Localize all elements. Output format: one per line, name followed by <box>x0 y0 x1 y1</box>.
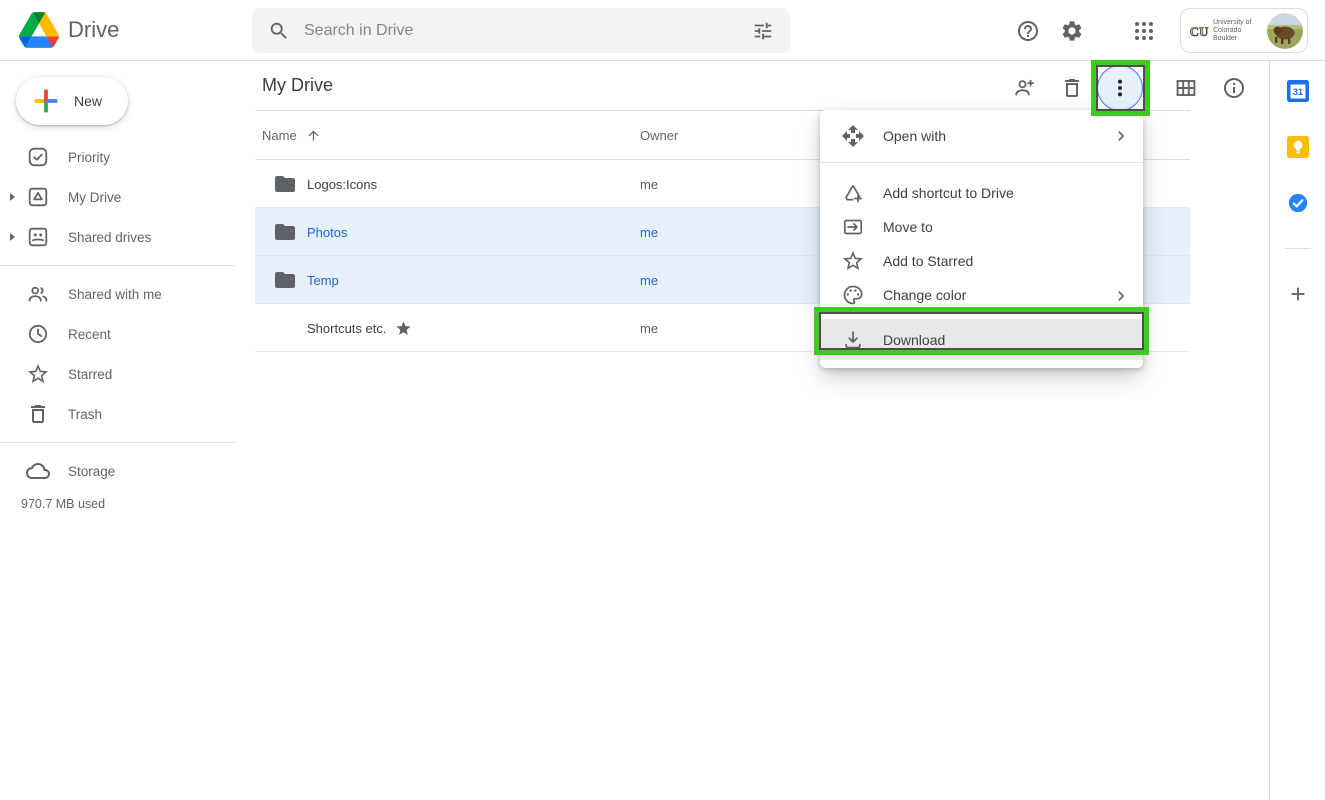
folder-icon <box>273 220 297 244</box>
top-app-bar: Drive CU University of Colorado Boulde <box>0 0 1325 61</box>
cloud-storage-icon <box>26 459 50 483</box>
menu-divider <box>820 162 1143 163</box>
star-outline-icon <box>26 362 50 386</box>
search-bar[interactable] <box>252 8 790 53</box>
help-icon[interactable] <box>1016 19 1040 43</box>
remove-trash-icon[interactable] <box>1060 76 1084 100</box>
starred-star-icon <box>395 320 412 337</box>
share-person-add-icon[interactable] <box>1012 76 1036 100</box>
sidebar-item-starred[interactable]: Starred <box>0 354 236 394</box>
folder-icon <box>273 172 297 196</box>
palette-icon <box>841 283 865 307</box>
owner-label: me <box>640 256 658 304</box>
owner-label: me <box>640 160 658 208</box>
google-calendar-icon[interactable]: 31 <box>1287 80 1309 102</box>
new-plus-icon <box>29 84 63 118</box>
open-with-icon <box>841 124 865 148</box>
menu-item-move-to[interactable]: Move to <box>820 210 1143 244</box>
menu-item-add-to-starred[interactable]: Add to Starred <box>820 244 1143 278</box>
svg-text:31: 31 <box>1292 87 1302 97</box>
google-keep-icon[interactable] <box>1287 136 1309 158</box>
column-header-owner[interactable]: Owner <box>640 128 678 143</box>
avatar[interactable] <box>1267 13 1303 49</box>
star-outline-icon <box>841 249 865 273</box>
sort-ascending-arrow-icon[interactable] <box>306 128 321 143</box>
grid-view-icon[interactable] <box>1174 76 1198 100</box>
sidebar-item-shared-drives[interactable]: Shared drives <box>0 217 236 257</box>
submenu-chevron-icon <box>1111 126 1131 146</box>
org-name: University of Colorado Boulder <box>1213 19 1264 43</box>
rail-divider <box>1285 248 1311 249</box>
sidebar-item-recent[interactable]: Recent <box>0 314 236 354</box>
search-input[interactable] <box>304 22 752 40</box>
more-actions-button[interactable] <box>1097 65 1143 111</box>
menu-item-add-shortcut[interactable]: Add shortcut to Drive <box>820 176 1143 210</box>
more-vert-icon <box>1108 76 1132 100</box>
page-title[interactable]: My Drive <box>262 75 333 96</box>
menu-item-download[interactable]: Download <box>820 319 1143 360</box>
owner-label: me <box>640 208 658 256</box>
folder-icon <box>273 268 297 292</box>
sidebar-item-storage[interactable]: Storage <box>0 451 236 491</box>
owner-label: me <box>640 304 658 352</box>
google-apps-grid-icon[interactable] <box>1132 19 1156 43</box>
my-drive-icon <box>26 185 50 209</box>
sidebar-item-my-drive[interactable]: My Drive <box>0 177 236 217</box>
context-menu: Open with Add shortcut to Drive Move to <box>820 110 1143 368</box>
app-title: Drive <box>68 17 119 43</box>
expand-arrow-icon[interactable] <box>7 232 17 242</box>
drive-logo-icon <box>19 12 59 48</box>
account-chip[interactable]: CU University of Colorado Boulder <box>1180 8 1308 53</box>
shared-drives-icon <box>26 225 50 249</box>
menu-item-change-color[interactable]: Change color <box>820 278 1143 312</box>
drive-logo[interactable]: Drive <box>19 12 119 48</box>
priority-icon <box>26 145 50 169</box>
download-icon <box>841 328 865 352</box>
cu-logo: CU <box>1188 22 1210 40</box>
sidebar-item-shared-with-me[interactable]: Shared with me <box>0 274 236 314</box>
column-header-name[interactable]: Name <box>262 128 321 143</box>
svg-text:CU: CU <box>1190 24 1209 39</box>
submenu-chevron-icon <box>1111 286 1131 306</box>
storage-used-label: 970.7 MB used <box>0 497 236 511</box>
left-sidebar: New Priority My Drive <box>0 61 236 800</box>
menu-item-open-with[interactable]: Open with <box>820 118 1143 154</box>
sidebar-item-priority[interactable]: Priority <box>0 137 236 177</box>
sidebar-divider <box>0 442 236 443</box>
add-addon-plus-icon[interactable] <box>1287 283 1309 305</box>
recent-clock-icon <box>26 322 50 346</box>
shared-with-me-icon <box>26 282 50 306</box>
trash-icon <box>26 402 50 426</box>
move-to-folder-icon <box>841 215 865 239</box>
google-tasks-icon[interactable] <box>1287 192 1309 214</box>
search-options-icon[interactable] <box>752 20 774 42</box>
settings-gear-icon[interactable] <box>1060 19 1084 43</box>
search-icon[interactable] <box>268 20 290 42</box>
info-icon[interactable] <box>1222 76 1246 100</box>
sidebar-item-trash[interactable]: Trash <box>0 394 236 434</box>
add-shortcut-to-drive-icon <box>841 181 865 205</box>
expand-arrow-icon[interactable] <box>7 192 17 202</box>
new-button[interactable]: New <box>16 77 128 125</box>
side-panel-rail: 31 <box>1269 61 1325 800</box>
sidebar-divider <box>0 265 236 266</box>
